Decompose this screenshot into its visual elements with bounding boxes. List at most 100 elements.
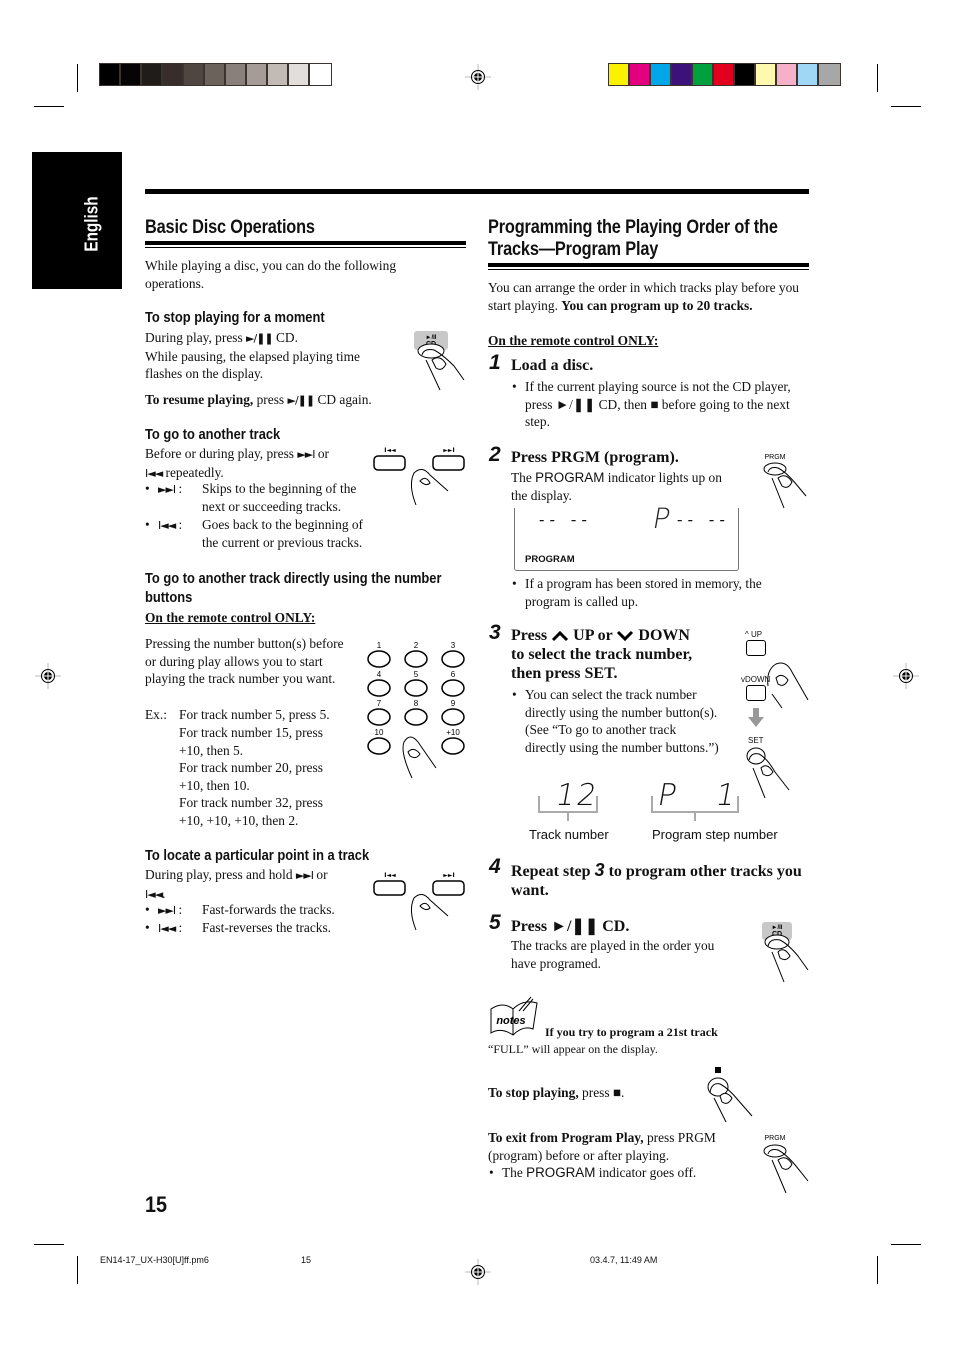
up-button [746,640,766,656]
text: UP or [569,627,617,644]
text: press [253,392,288,407]
text: Press [511,627,552,644]
down-arrow-icon [748,708,764,727]
play-pause-icon: ►/❚❚ [287,394,315,407]
bullet-item: • ►►I : Skips to the beginning of the nex… [145,480,383,514]
keypad-key [367,708,391,726]
step-body: The PROGRAM indicator lights up on the d… [511,469,731,504]
bullet-text: Goes back to the beginning of the curren… [202,517,364,550]
language-tab: English [32,152,122,289]
program-step-caption: Program step number [652,827,778,842]
bullet-text: Fast-forwards the tracks. [202,902,335,917]
keypad-key-label: 8 [414,699,419,708]
color-swatch [247,64,268,85]
footer-page: 15 [301,1255,312,1265]
notes-icon-label: notes [496,1015,525,1027]
svg-text:I◄◄: I◄◄ [384,447,396,454]
play-pause-icon: ►/❚❚ [246,332,274,345]
step-title: Repeat step 3 to program other tracks yo… [511,861,806,900]
color-swatch [142,64,163,85]
lcd-program-indicator: PROGRAM [525,554,575,565]
section-title-program-play: Programming the Playing Order of the [488,217,778,238]
locate-text: During play, press and hold ►►I or I◄◄. [145,867,328,901]
stop-button-illustration [707,1067,753,1123]
label: UP [750,630,763,639]
color-swatch [819,64,840,85]
text: DOWN [634,627,690,644]
step-number: 3 [489,621,501,644]
bullet-text: You can select the track number directly… [525,687,719,755]
keypad-key-label: 4 [377,670,382,679]
color-swatch [163,64,184,85]
fingernail [407,748,421,759]
subheading-locate: To locate a particular point in a track [145,847,370,864]
example-line: For track number 15, press +10, then 5. [179,725,323,758]
color-swatch [268,64,289,85]
emphasis: You can program up to 20 tracks. [561,297,753,313]
keypad-key [441,679,465,697]
program-intro: You can arrange the order in which track… [488,279,808,314]
footer-filename: EN14-17_UX-H30[U]ff.pm6 [100,1255,209,1265]
grayscale-calibration-bar [99,63,332,86]
registration-mark-icon [465,1259,491,1285]
skip-buttons-illustration: I◄◄ ►►I [373,447,465,506]
lcd-p-glyph: P [650,502,673,535]
notes-icon: notes [490,996,538,1036]
cd-play-pause-button-illustration: ►/II CD [762,922,809,983]
subheading-direct-number: To go to another track directly using th… [145,570,442,587]
color-swatch [693,64,714,85]
keypad-key [367,737,391,755]
color-swatch [184,64,205,85]
subheading-another-track: To go to another track [145,426,281,443]
keypad-key [441,737,465,755]
up-button-label: ^ UP [745,630,763,639]
stop-instruction: To stop playing, press ■. [488,1084,624,1102]
color-swatch [756,64,777,85]
keypad-key [404,708,428,726]
cd-play-pause-button-illustration: ►/II CD [414,331,465,391]
down-chevron-icon [617,631,634,642]
prev-track-icon: I◄◄ [145,887,163,901]
crop-mark [891,106,921,107]
crop-mark [34,1244,64,1245]
subheading-direct-number-cont: buttons [145,589,193,606]
lcd-display: -- -- P -- -- PROGRAM [514,502,739,571]
keypad-key-label: 2 [414,641,419,650]
text: press ■. [578,1085,625,1100]
crop-mark [877,1256,878,1284]
step-number: 2 [489,443,501,466]
crop-mark [891,1244,921,1245]
bullet-item: • I◄◄ : Fast-reverses the tracks. [145,919,383,938]
bullet-text: Skips to the beginning of the next or su… [202,481,357,514]
step-number: 5 [489,911,501,934]
keypad-key [441,708,465,726]
keypad-key-label: 9 [451,699,456,708]
crop-mark [77,64,78,92]
bullet-item: • You can select the track number directl… [512,687,719,755]
text: Before or during play, press [145,446,298,461]
text: repeatedly. [162,464,224,480]
prev-track-icon: I◄◄ [145,466,163,480]
number-keypad-illustration: 1 2 3 4 5 6 7 8 9 10 +10 [367,641,465,779]
title-rule-thick [145,241,466,245]
step-number: 1 [489,351,501,374]
bullet-text: If the current playing source is not the… [525,379,791,430]
crop-mark [877,64,878,92]
svg-text:I◄◄: I◄◄ [384,872,396,879]
lcd-track-dashes: -- -- [535,510,592,529]
text: or [313,867,328,882]
remote-only-label: On the remote control ONLY: [145,610,316,625]
text: Repeat step [511,863,595,880]
keypad-key-label: 1 [377,641,382,650]
prev-track-icon: I◄◄ [158,519,176,532]
prgm-button-illustration: PRGM [763,454,807,509]
bullet-item: • ►►I : Fast-forwards the tracks. [145,901,383,920]
color-calibration-bar [608,63,841,86]
color-swatch [630,64,651,85]
keypad-key-label: 5 [414,670,419,679]
example-label: Ex.: [145,707,167,722]
step-title: Press UP or DOWN to select the track num… [511,626,741,683]
finger-icon [402,736,437,779]
language-tab-label: English [81,196,102,252]
prgm-button-illustration: PRGM [763,1135,809,1194]
